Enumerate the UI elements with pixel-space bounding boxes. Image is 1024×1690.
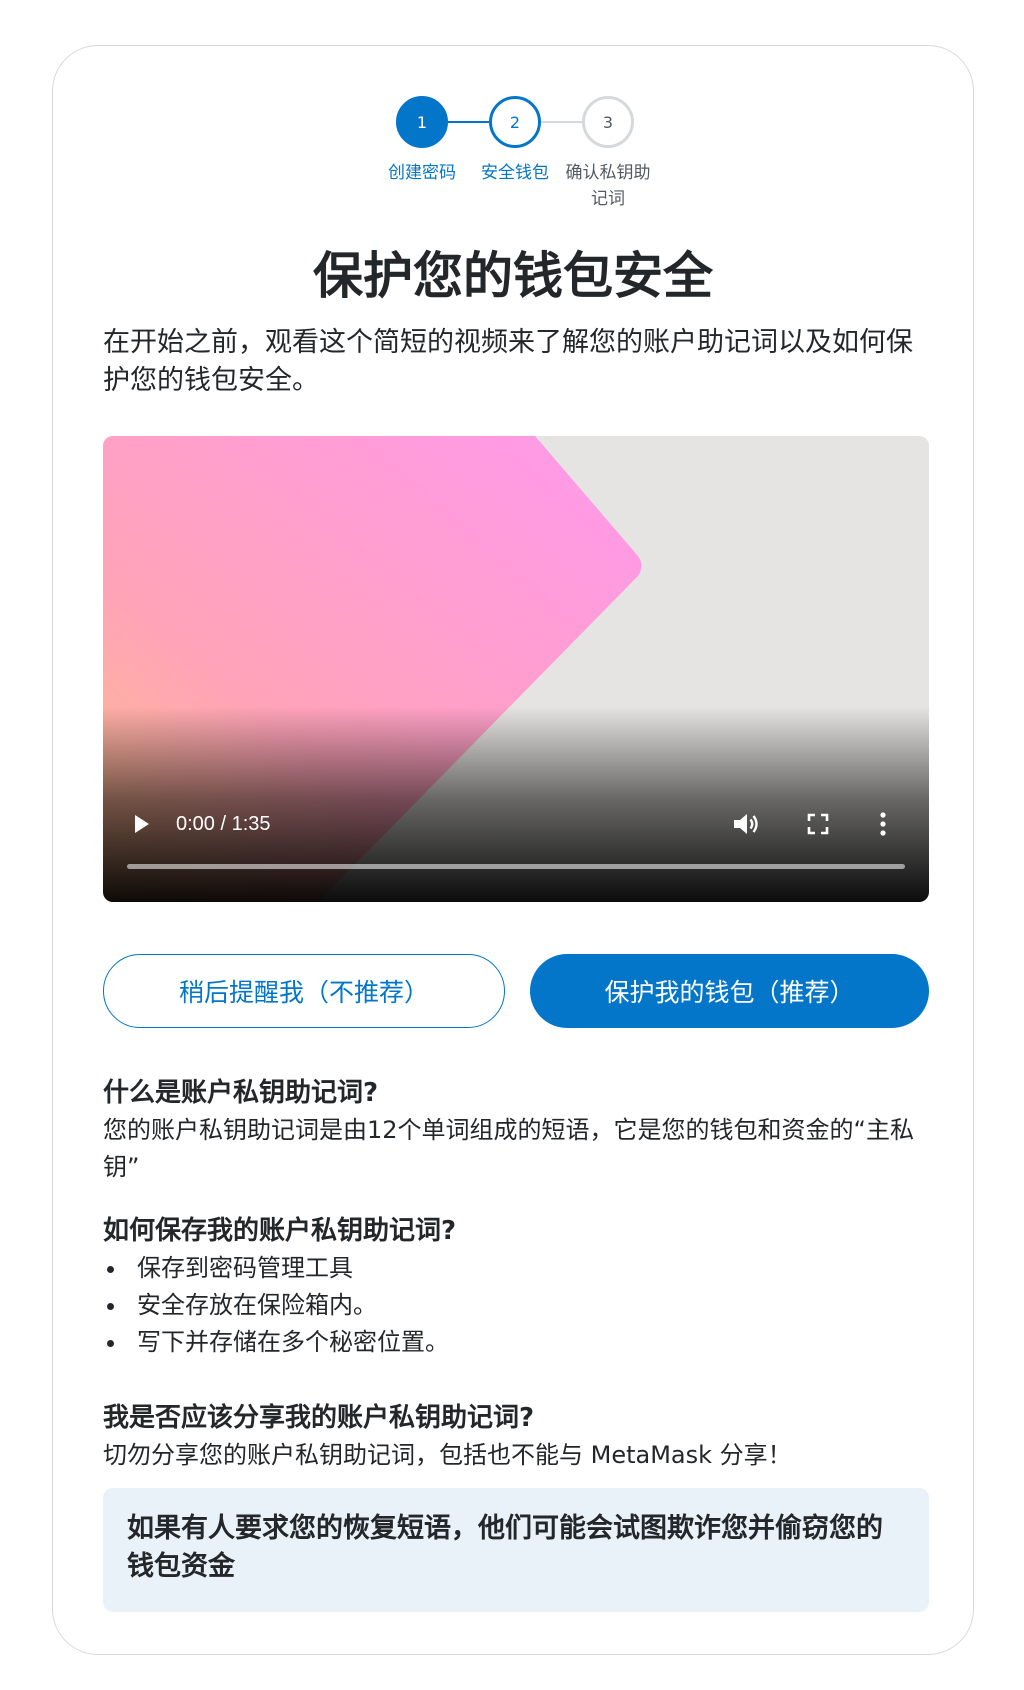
step-2-indicator: 2: [489, 96, 541, 148]
scam-warning-banner: 如果有人要求您的恢复短语，他们可能会试图欺诈您并偷窃您的钱包资金: [103, 1488, 929, 1612]
remind-me-later-button[interactable]: 稍后提醒我（不推荐）: [103, 954, 505, 1028]
list-item: 写下并存储在多个秘密位置。: [103, 1324, 929, 1361]
video-progress-bar[interactable]: [127, 864, 905, 869]
tutorial-video[interactable]: 0:00 / 1:35: [103, 436, 929, 902]
faq-heading: 如何保存我的账户私钥助记词?: [103, 1216, 457, 1246]
faq-how-to-save: 如何保存我的账户私钥助记词? 保存到密码管理工具 安全存放在保险箱内。 写下并存…: [103, 1212, 929, 1361]
onboarding-card: 1 2 3 创建密码 安全钱包 确认私钥助记词 保护您的钱包安全 在开始之前，观…: [52, 45, 974, 1655]
save-methods-list: 保存到密码管理工具 安全存放在保险箱内。 写下并存储在多个秘密位置。: [103, 1250, 929, 1361]
stepper-connector-1: [448, 121, 489, 123]
list-item: 保存到密码管理工具: [103, 1250, 929, 1287]
faq-heading: 我是否应该分享我的账户私钥助记词?: [103, 1403, 535, 1433]
more-options-icon[interactable]: [877, 810, 889, 838]
faq-what-is-srp: 什么是账户私钥助记词? 您的账户私钥助记词是由12个单词组成的短语，它是您的钱包…: [103, 1074, 929, 1186]
step-2-label: 安全钱包: [481, 163, 549, 183]
list-item: 安全存放在保险箱内。: [103, 1287, 929, 1324]
step-3-label: 确认私钥助记词: [565, 163, 651, 209]
video-time-display: 0:00 / 1:35: [176, 813, 271, 835]
page-title: 保护您的钱包安全: [313, 247, 713, 305]
secure-wallet-button[interactable]: 保护我的钱包（推荐）: [530, 954, 929, 1028]
faq-answer: 您的账户私钥助记词是由12个单词组成的短语，它是您的钱包和资金的“主私钥”: [103, 1116, 914, 1181]
faq-should-share: 我是否应该分享我的账户私钥助记词? 切勿分享您的账户私钥助记词，包括也不能与 M…: [103, 1399, 929, 1474]
faq-heading: 什么是账户私钥助记词?: [103, 1078, 379, 1108]
play-button[interactable]: [129, 812, 153, 836]
stepper-connector-2: [541, 121, 582, 123]
step-1-label: 创建密码: [388, 163, 456, 183]
fullscreen-button[interactable]: [806, 812, 830, 836]
intro-text: 在开始之前，观看这个简短的视频来了解您的账户助记词以及如何保护您的钱包安全。: [103, 327, 913, 396]
step-1-indicator: 1: [396, 96, 448, 148]
progress-stepper: 1 2 3 创建密码 安全钱包 确认私钥助记词: [53, 96, 973, 226]
volume-button[interactable]: [731, 810, 761, 838]
step-3-indicator: 3: [582, 96, 634, 148]
faq-answer: 切勿分享您的账户私钥助记词，包括也不能与 MetaMask 分享！: [103, 1441, 792, 1469]
